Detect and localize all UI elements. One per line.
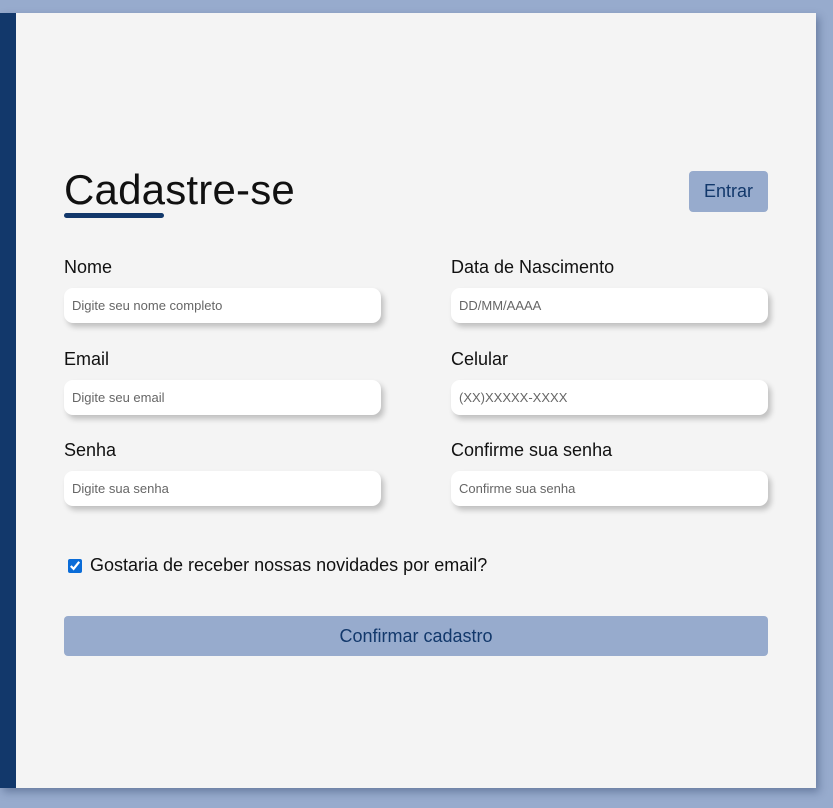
- name-label: Nome: [64, 257, 113, 277]
- confirm-password-field-group: Confirme sua senha: [451, 439, 768, 506]
- email-input[interactable]: [64, 380, 381, 415]
- confirm-signup-button[interactable]: Confirmar cadastro: [64, 616, 768, 656]
- side-accent-bar: [0, 13, 16, 788]
- name-field-group: Nome: [64, 256, 381, 323]
- newsletter-label: Gostaria de receber nossas novidades por…: [90, 555, 488, 575]
- birthdate-field-group: Data de Nascimento: [451, 256, 768, 323]
- password-label: Senha: [64, 440, 117, 460]
- confirm-password-input[interactable]: [451, 471, 768, 506]
- password-field-group: Senha: [64, 439, 381, 506]
- email-field-group: Email: [64, 348, 381, 415]
- birthdate-label: Data de Nascimento: [451, 257, 615, 277]
- form-header: Cadastre-se Entrar: [64, 158, 768, 228]
- birthdate-input[interactable]: [451, 288, 768, 323]
- page-title: Cadastre-se: [64, 166, 295, 213]
- newsletter-option[interactable]: Gostaria de receber nossas novidades por…: [68, 555, 487, 576]
- password-input[interactable]: [64, 471, 381, 506]
- email-label: Email: [64, 349, 110, 369]
- confirm-password-label: Confirme sua senha: [451, 440, 613, 460]
- signup-card: Cadastre-se Entrar Nome Data de Nascimen…: [0, 13, 816, 788]
- phone-input[interactable]: [451, 380, 768, 415]
- signup-form: Cadastre-se Entrar Nome Data de Nascimen…: [64, 158, 768, 656]
- login-button[interactable]: Entrar: [689, 171, 768, 212]
- phone-label: Celular: [451, 349, 509, 369]
- newsletter-checkbox[interactable]: [68, 558, 82, 573]
- title-underline: [64, 213, 164, 218]
- name-input[interactable]: [64, 288, 381, 323]
- phone-field-group: Celular: [451, 348, 768, 415]
